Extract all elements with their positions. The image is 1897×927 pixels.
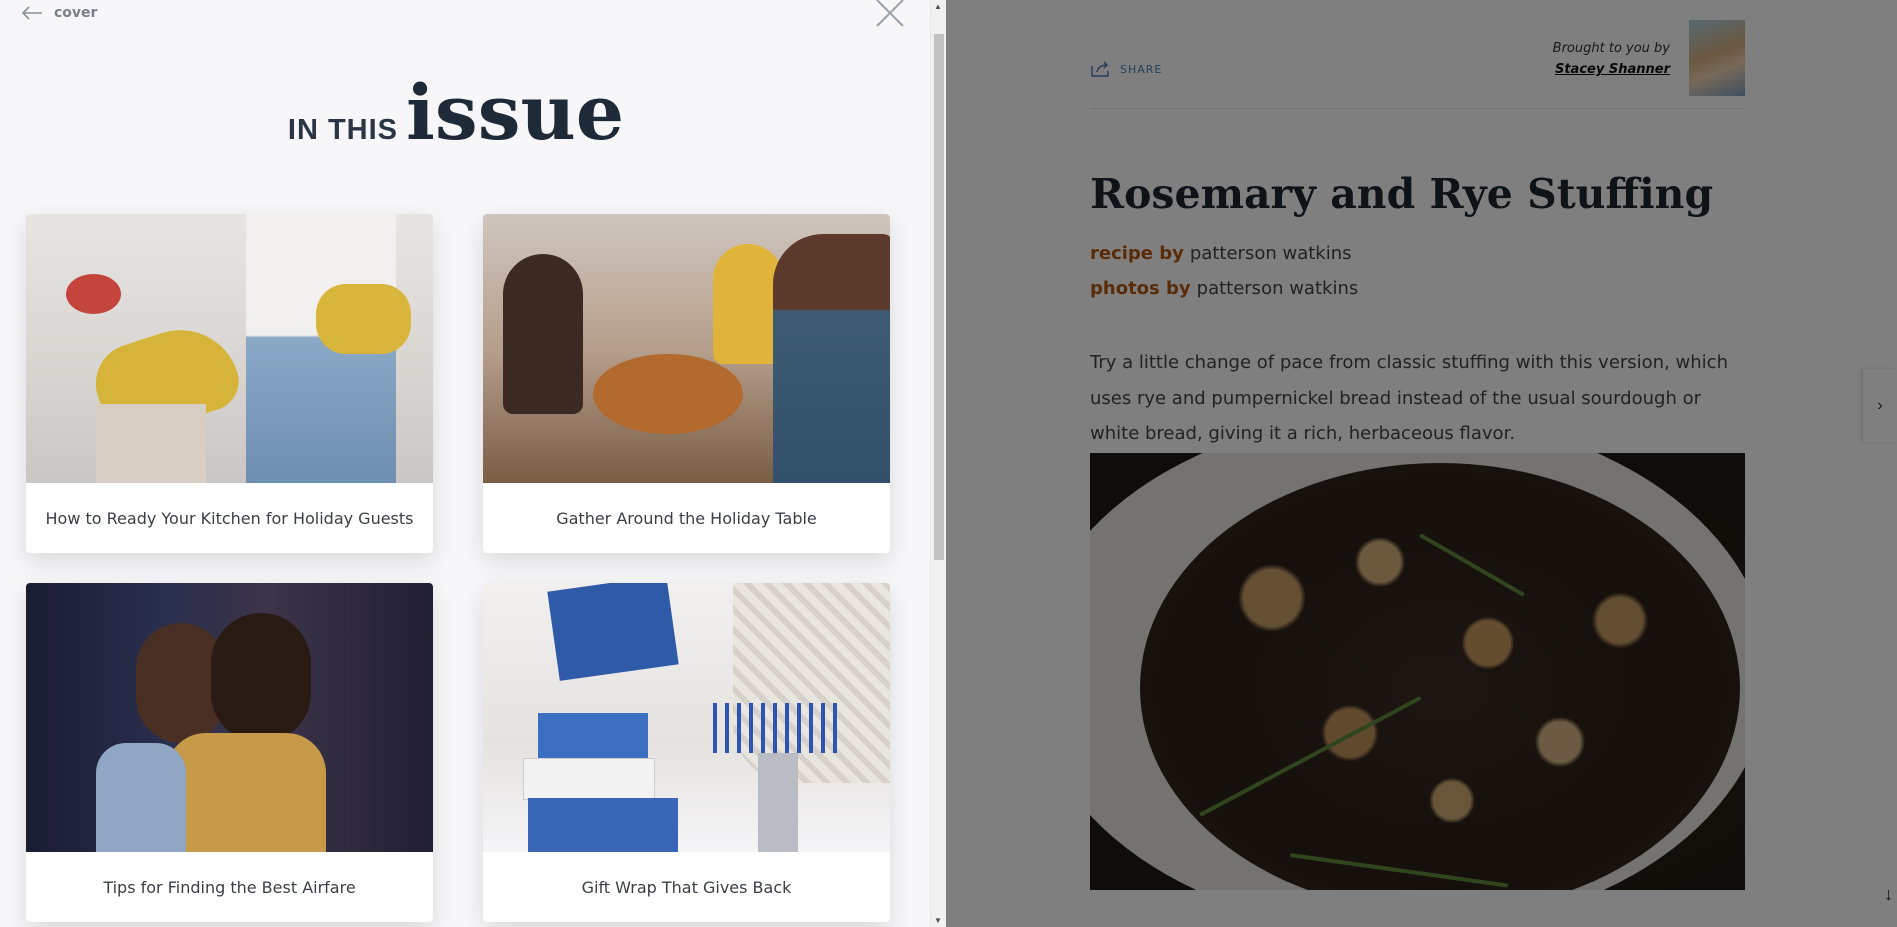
guest — [503, 254, 583, 414]
article-card[interactable]: Gather Around the Holiday Table — [483, 214, 890, 553]
back-to-cover-link[interactable]: cover — [20, 5, 97, 21]
card-caption: Gift Wrap That Gives Back — [581, 877, 792, 897]
agent-name-link[interactable]: Stacey Shanner — [1553, 59, 1670, 80]
photos-credit: photos by patterson watkins — [1090, 278, 1358, 299]
photos-by-name: patterson watkins — [1196, 278, 1359, 299]
article-card[interactable]: How to Ready Your Kitchen for Holiday Gu… — [26, 214, 433, 553]
host — [773, 234, 890, 483]
scroll-down-icon[interactable]: ↓ — [1884, 884, 1893, 905]
share-icon — [1091, 61, 1109, 77]
back-label: cover — [54, 5, 98, 21]
card-caption: How to Ready Your Kitchen for Holiday Gu… — [45, 508, 414, 528]
traveler — [211, 613, 311, 743]
brought-by-label: Brought to you by — [1552, 41, 1670, 56]
agent-avatar[interactable] — [1689, 20, 1745, 96]
recipe-credit: recipe by patterson watkins — [1090, 243, 1352, 264]
article-title: Rosemary and Rye Stuffing — [1090, 170, 1714, 218]
share-label: SHARE — [1120, 62, 1163, 76]
gift-wrap-image — [483, 583, 890, 852]
kitchen-cleaning-image — [26, 214, 433, 483]
airplane-couple-image — [26, 583, 433, 852]
gift-box — [523, 758, 655, 800]
recipe-by-label: recipe by — [1090, 243, 1184, 264]
holiday-table-image — [483, 214, 890, 483]
photos-by-label: photos by — [1090, 278, 1191, 299]
yellow-glove — [316, 284, 411, 354]
share-button[interactable]: SHARE — [1090, 60, 1162, 78]
gift-box — [547, 583, 679, 681]
menorah — [758, 753, 798, 852]
gift-box — [528, 798, 678, 852]
card-caption: Gather Around the Holiday Table — [556, 508, 817, 528]
scroll-up-icon[interactable]: ▲ — [934, 2, 942, 11]
article-description: Try a little change of pace from classic… — [1090, 352, 1728, 444]
toc-scrollbar[interactable]: ▲ ▼ — [930, 0, 946, 927]
gift-box — [538, 713, 648, 758]
roast-dish — [593, 354, 743, 434]
menorah-candles — [713, 703, 843, 753]
toc-panel: cover IN THIS issue How to Ready Your Kit… — [0, 0, 946, 927]
stuffing-photo — [1090, 453, 1745, 890]
fruit-bowl — [66, 274, 121, 314]
card-caption: Tips for Finding the Best Airfare — [103, 877, 356, 897]
article-card[interactable]: Gift Wrap That Gives Back — [483, 583, 890, 922]
towel — [96, 404, 206, 483]
article-card[interactable]: Tips for Finding the Best Airfare — [26, 583, 433, 922]
scrollbar-thumb[interactable] — [934, 34, 944, 560]
stuffing — [1140, 463, 1740, 890]
yellow-scarf — [166, 733, 326, 852]
blue-shirt — [96, 743, 186, 852]
article-page: SHARE Brought to you by Stacey Shanner R… — [946, 0, 1897, 927]
woven-pillow — [733, 583, 890, 783]
next-page-button[interactable]: › — [1863, 369, 1897, 442]
heading-main: issue — [406, 68, 625, 157]
arrow-left-icon — [21, 6, 42, 20]
brought-to-you-by: Brought to you by Stacey Shanner — [1553, 38, 1670, 80]
scroll-down-icon[interactable]: ▼ — [934, 916, 942, 925]
toc-heading: IN THIS issue — [0, 68, 912, 157]
heading-prefix: IN THIS — [287, 114, 399, 146]
chevron-right-icon: › — [1877, 396, 1883, 414]
close-icon[interactable] — [875, 0, 905, 28]
article-header: SHARE Brought to you by Stacey Shanner — [1090, 20, 1745, 109]
recipe-by-name: patterson watkins — [1189, 243, 1352, 264]
